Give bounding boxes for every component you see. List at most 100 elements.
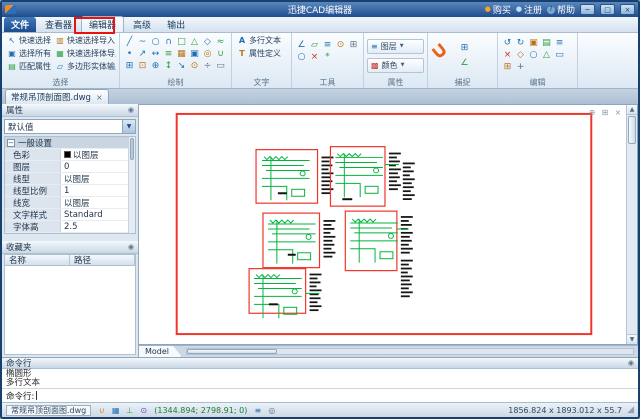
table-icon[interactable]: ⊞ bbox=[123, 60, 136, 72]
mtext-button[interactable]: A 多行文本 bbox=[235, 34, 283, 47]
property-row-textheight[interactable]: 字体高 2.5 bbox=[5, 221, 128, 233]
tab-advanced[interactable]: 高级 bbox=[126, 17, 158, 32]
command-input[interactable]: 命令行: bbox=[2, 389, 638, 402]
tab-model[interactable]: Model bbox=[139, 346, 182, 357]
leader-icon[interactable]: ↘ bbox=[175, 60, 188, 72]
mirror-icon[interactable]: ▤ bbox=[540, 37, 553, 49]
property-row-ltscale[interactable]: 线型比例 1 bbox=[5, 185, 128, 197]
rectangle-icon[interactable]: □ bbox=[175, 36, 188, 48]
insert-icon[interactable]: ⊕ bbox=[149, 60, 162, 72]
layer-dropdown[interactable]: ≡ 图层 ▼ bbox=[367, 39, 424, 54]
quick-entity-import-button[interactable]: ▦ 快速选择体导入 bbox=[53, 47, 116, 60]
select-all-button[interactable]: ▣ 选择所有 bbox=[5, 47, 53, 60]
scale-icon[interactable]: ◇ bbox=[514, 49, 527, 61]
property-row-color[interactable]: 色彩 以图层 bbox=[5, 149, 128, 161]
offset-icon[interactable]: + bbox=[514, 61, 527, 73]
document-close-icon[interactable]: × bbox=[96, 93, 103, 102]
wipeout-icon[interactable]: ▭ bbox=[214, 60, 227, 72]
property-group-row[interactable]: − 一般设置 bbox=[5, 137, 128, 149]
document-tab[interactable]: 常规吊顶剖面图.dwg × bbox=[5, 89, 109, 104]
rotate-icon[interactable]: ○ bbox=[527, 49, 540, 61]
favorites-col-path[interactable]: 路径 bbox=[70, 255, 135, 265]
id-point-icon[interactable]: ⊙ bbox=[334, 39, 347, 51]
horizontal-scroll-thumb[interactable] bbox=[187, 349, 277, 354]
property-row-layer[interactable]: 图层 0 bbox=[5, 161, 128, 173]
copy-icon[interactable]: ▣ bbox=[527, 37, 540, 49]
polygon-icon[interactable]: △ bbox=[188, 36, 201, 48]
pin-icon[interactable]: ◉ bbox=[128, 243, 134, 251]
close-button[interactable]: × bbox=[620, 4, 635, 15]
buy-button[interactable]: ● 购买 bbox=[485, 3, 511, 16]
command-history[interactable]: 椭圆形 多行文本 bbox=[2, 369, 638, 389]
favorites-col-name[interactable]: 名称 bbox=[5, 255, 70, 265]
vertical-scroll-thumb[interactable] bbox=[628, 116, 636, 144]
favorites-list[interactable] bbox=[4, 266, 136, 355]
cad-drawing[interactable] bbox=[139, 105, 626, 344]
view-status-icon[interactable]: ◎ bbox=[266, 405, 277, 416]
help-button[interactable]: ? 帮助 bbox=[547, 3, 575, 16]
redo-icon[interactable]: ↻ bbox=[514, 37, 527, 49]
property-row-linetype[interactable]: 线型 以图层 bbox=[5, 173, 128, 185]
purge-icon[interactable]: × bbox=[308, 51, 321, 63]
ellipse-icon[interactable]: ◇ bbox=[201, 36, 214, 48]
horizontal-scrollbar[interactable] bbox=[186, 348, 634, 355]
resize-grip[interactable]: ◢ bbox=[627, 405, 634, 415]
array-icon[interactable]: ≡ bbox=[553, 37, 566, 49]
zoom-extents-icon[interactable]: ⊕ bbox=[587, 107, 597, 117]
mline-icon[interactable]: ≡ bbox=[162, 48, 175, 60]
ray-icon[interactable]: ↗ bbox=[136, 48, 149, 60]
center-icon[interactable]: ⊙ bbox=[188, 60, 201, 72]
options-icon[interactable]: * bbox=[321, 51, 334, 63]
color-dropdown[interactable]: ▩ 颜色 ▼ bbox=[367, 58, 424, 73]
polygon-entity-input-button[interactable]: ▱ 多边形实体输入 bbox=[53, 60, 116, 73]
scroll-up-icon[interactable]: ▲ bbox=[627, 105, 637, 115]
pin-icon[interactable]: ◉ bbox=[128, 106, 134, 114]
trim-icon[interactable]: △ bbox=[540, 49, 553, 61]
calculator-icon[interactable]: ⊞ bbox=[347, 39, 360, 51]
grid-status-icon[interactable]: ▦ bbox=[110, 405, 121, 416]
undo-icon[interactable]: ↺ bbox=[501, 37, 514, 49]
point-icon[interactable]: • bbox=[123, 48, 136, 60]
quick-select-import-button[interactable]: ▥ 快速选择导入 bbox=[53, 34, 116, 47]
register-button[interactable]: ● 注册 bbox=[516, 3, 542, 16]
area-icon[interactable]: ▱ bbox=[308, 39, 321, 51]
line-icon[interactable]: ╱ bbox=[123, 36, 136, 48]
divide-icon[interactable]: ÷ bbox=[201, 60, 214, 72]
attribute-define-button[interactable]: T 属性定义 bbox=[235, 47, 283, 60]
block-icon[interactable]: ⊡ bbox=[136, 60, 149, 72]
snap-status-icon[interactable]: ∪ bbox=[96, 405, 107, 416]
grid-view-icon[interactable]: ⊞ bbox=[600, 107, 610, 117]
property-row-textstyle[interactable]: 文字样式 Standard bbox=[5, 209, 128, 221]
close-view-icon[interactable]: × bbox=[613, 107, 623, 117]
revision-cloud-icon[interactable]: ∪ bbox=[214, 48, 227, 60]
erase-icon[interactable]: × bbox=[501, 49, 514, 61]
quick-select-button[interactable]: ↖ 快速选择 bbox=[5, 34, 53, 47]
extend-icon[interactable]: ▭ bbox=[553, 49, 566, 61]
arc-icon[interactable]: ∩ bbox=[162, 36, 175, 48]
dimension-icon[interactable]: ↕ bbox=[162, 60, 175, 72]
list-icon[interactable]: ≡ bbox=[321, 39, 334, 51]
tab-viewer[interactable]: 查看器 bbox=[38, 17, 79, 32]
tab-file[interactable]: 文件 bbox=[4, 17, 36, 32]
match-properties-button[interactable]: ▤ 匹配属性 bbox=[5, 60, 53, 73]
polyline-icon[interactable]: ~ bbox=[136, 36, 149, 48]
property-row-lineweight[interactable]: 线宽 以图层 bbox=[5, 197, 128, 209]
find-icon[interactable]: ○ bbox=[295, 51, 308, 63]
xline-icon[interactable]: ↔ bbox=[149, 48, 162, 60]
property-grid-scrollbar[interactable] bbox=[128, 137, 135, 233]
circle-icon[interactable]: ○ bbox=[149, 36, 162, 48]
scroll-down-icon[interactable]: ▼ bbox=[627, 334, 637, 344]
drawing-canvas[interactable]: ⊕⊞× bbox=[139, 105, 626, 344]
ortho-status-icon[interactable]: ⊥ bbox=[124, 405, 135, 416]
fillet-icon[interactable]: ⊞ bbox=[501, 61, 514, 73]
chevron-down-icon[interactable]: ▼ bbox=[122, 120, 135, 133]
hatch-icon[interactable]: ▦ bbox=[175, 48, 188, 60]
collapse-icon[interactable]: − bbox=[7, 139, 15, 147]
donut-icon[interactable]: ◎ bbox=[201, 48, 214, 60]
maximize-button[interactable]: □ bbox=[600, 4, 615, 15]
preset-dropdown[interactable]: 默认值 ▼ bbox=[4, 119, 136, 134]
tab-output[interactable]: 输出 bbox=[160, 17, 192, 32]
region-icon[interactable]: ▣ bbox=[188, 48, 201, 60]
vertical-scrollbar[interactable]: ▲ ▼ bbox=[626, 105, 637, 344]
pin-icon[interactable]: ◉ bbox=[628, 359, 634, 367]
